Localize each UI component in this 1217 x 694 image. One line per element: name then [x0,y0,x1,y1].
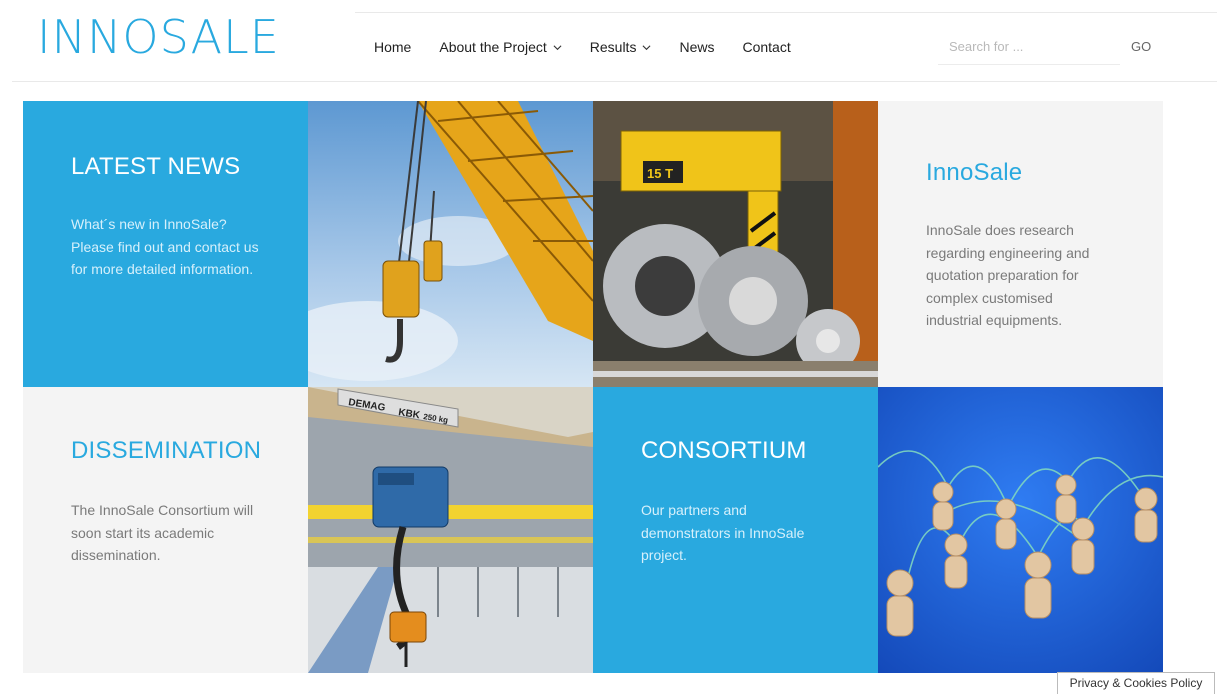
chevron-down-icon [553,44,562,50]
nav-results-label: Results [589,39,637,55]
header-bottom-divider [12,81,1217,82]
latest-news-title: LATEST NEWS [71,153,241,180]
dissemination-tile[interactable]: DISSEMINATION The InnoSale Consortium wi… [23,387,308,673]
innosale-text: InnoSale does research regarding enginee… [926,222,1090,328]
nav-home[interactable]: Home [374,39,411,55]
innosale-title: InnoSale [926,159,1023,186]
consortium-text: Our partners and demonstrators in InnoSa… [641,502,805,563]
header-top-divider [355,12,1217,13]
hoist-image-tile[interactable]: DEMAG KBK 250 kg [308,387,593,673]
crane-image [308,101,593,387]
feature-grid: LATEST NEWS What´s new in InnoSale? Plea… [23,101,1163,673]
latest-news-tile[interactable]: LATEST NEWS What´s new in InnoSale? Plea… [23,101,308,387]
nav-contact[interactable]: Contact [742,39,790,55]
dissemination-title: DISSEMINATION [71,437,262,464]
nav-contact-label: Contact [742,39,791,55]
nav-about[interactable]: About the Project [439,39,562,55]
main-nav: Home About the Project Results News Cont… [374,39,819,55]
consortium-tile[interactable]: CONSORTIUM Our partners and demonstrator… [593,387,878,673]
innosale-tile[interactable]: InnoSale InnoSale does research regardin… [878,101,1163,387]
privacy-cookies-button[interactable]: Privacy & Cookies Policy [1057,672,1215,694]
search-go-button[interactable]: GO [1131,39,1151,54]
network-image-tile[interactable] [878,387,1163,673]
site-header: INNOSALE Home About the Project Results … [0,0,1217,82]
chevron-down-icon [642,44,651,50]
steel-coil-crane-image: 15 T [593,101,878,387]
search-input[interactable] [938,30,1119,62]
nav-news-label: News [679,39,715,55]
nav-home-label: Home [374,39,412,55]
steel-coil-image-tile[interactable]: 15 T [593,101,878,387]
network-figures-image [878,387,1163,673]
nav-about-label: About the Project [439,39,547,55]
dissemination-text: The InnoSale Consortium will soon start … [71,502,254,563]
search-box [938,30,1120,65]
crane-load-sign: 15 T [647,166,673,181]
site-logo[interactable]: INNOSALE [37,12,280,62]
consortium-title: CONSORTIUM [641,437,807,464]
hoist-image: DEMAG KBK 250 kg [308,387,593,673]
crane-image-tile[interactable] [308,101,593,387]
nav-news[interactable]: News [679,39,714,55]
nav-results[interactable]: Results [590,39,652,55]
latest-news-text: What´s new in InnoSale? Please find out … [71,216,259,277]
